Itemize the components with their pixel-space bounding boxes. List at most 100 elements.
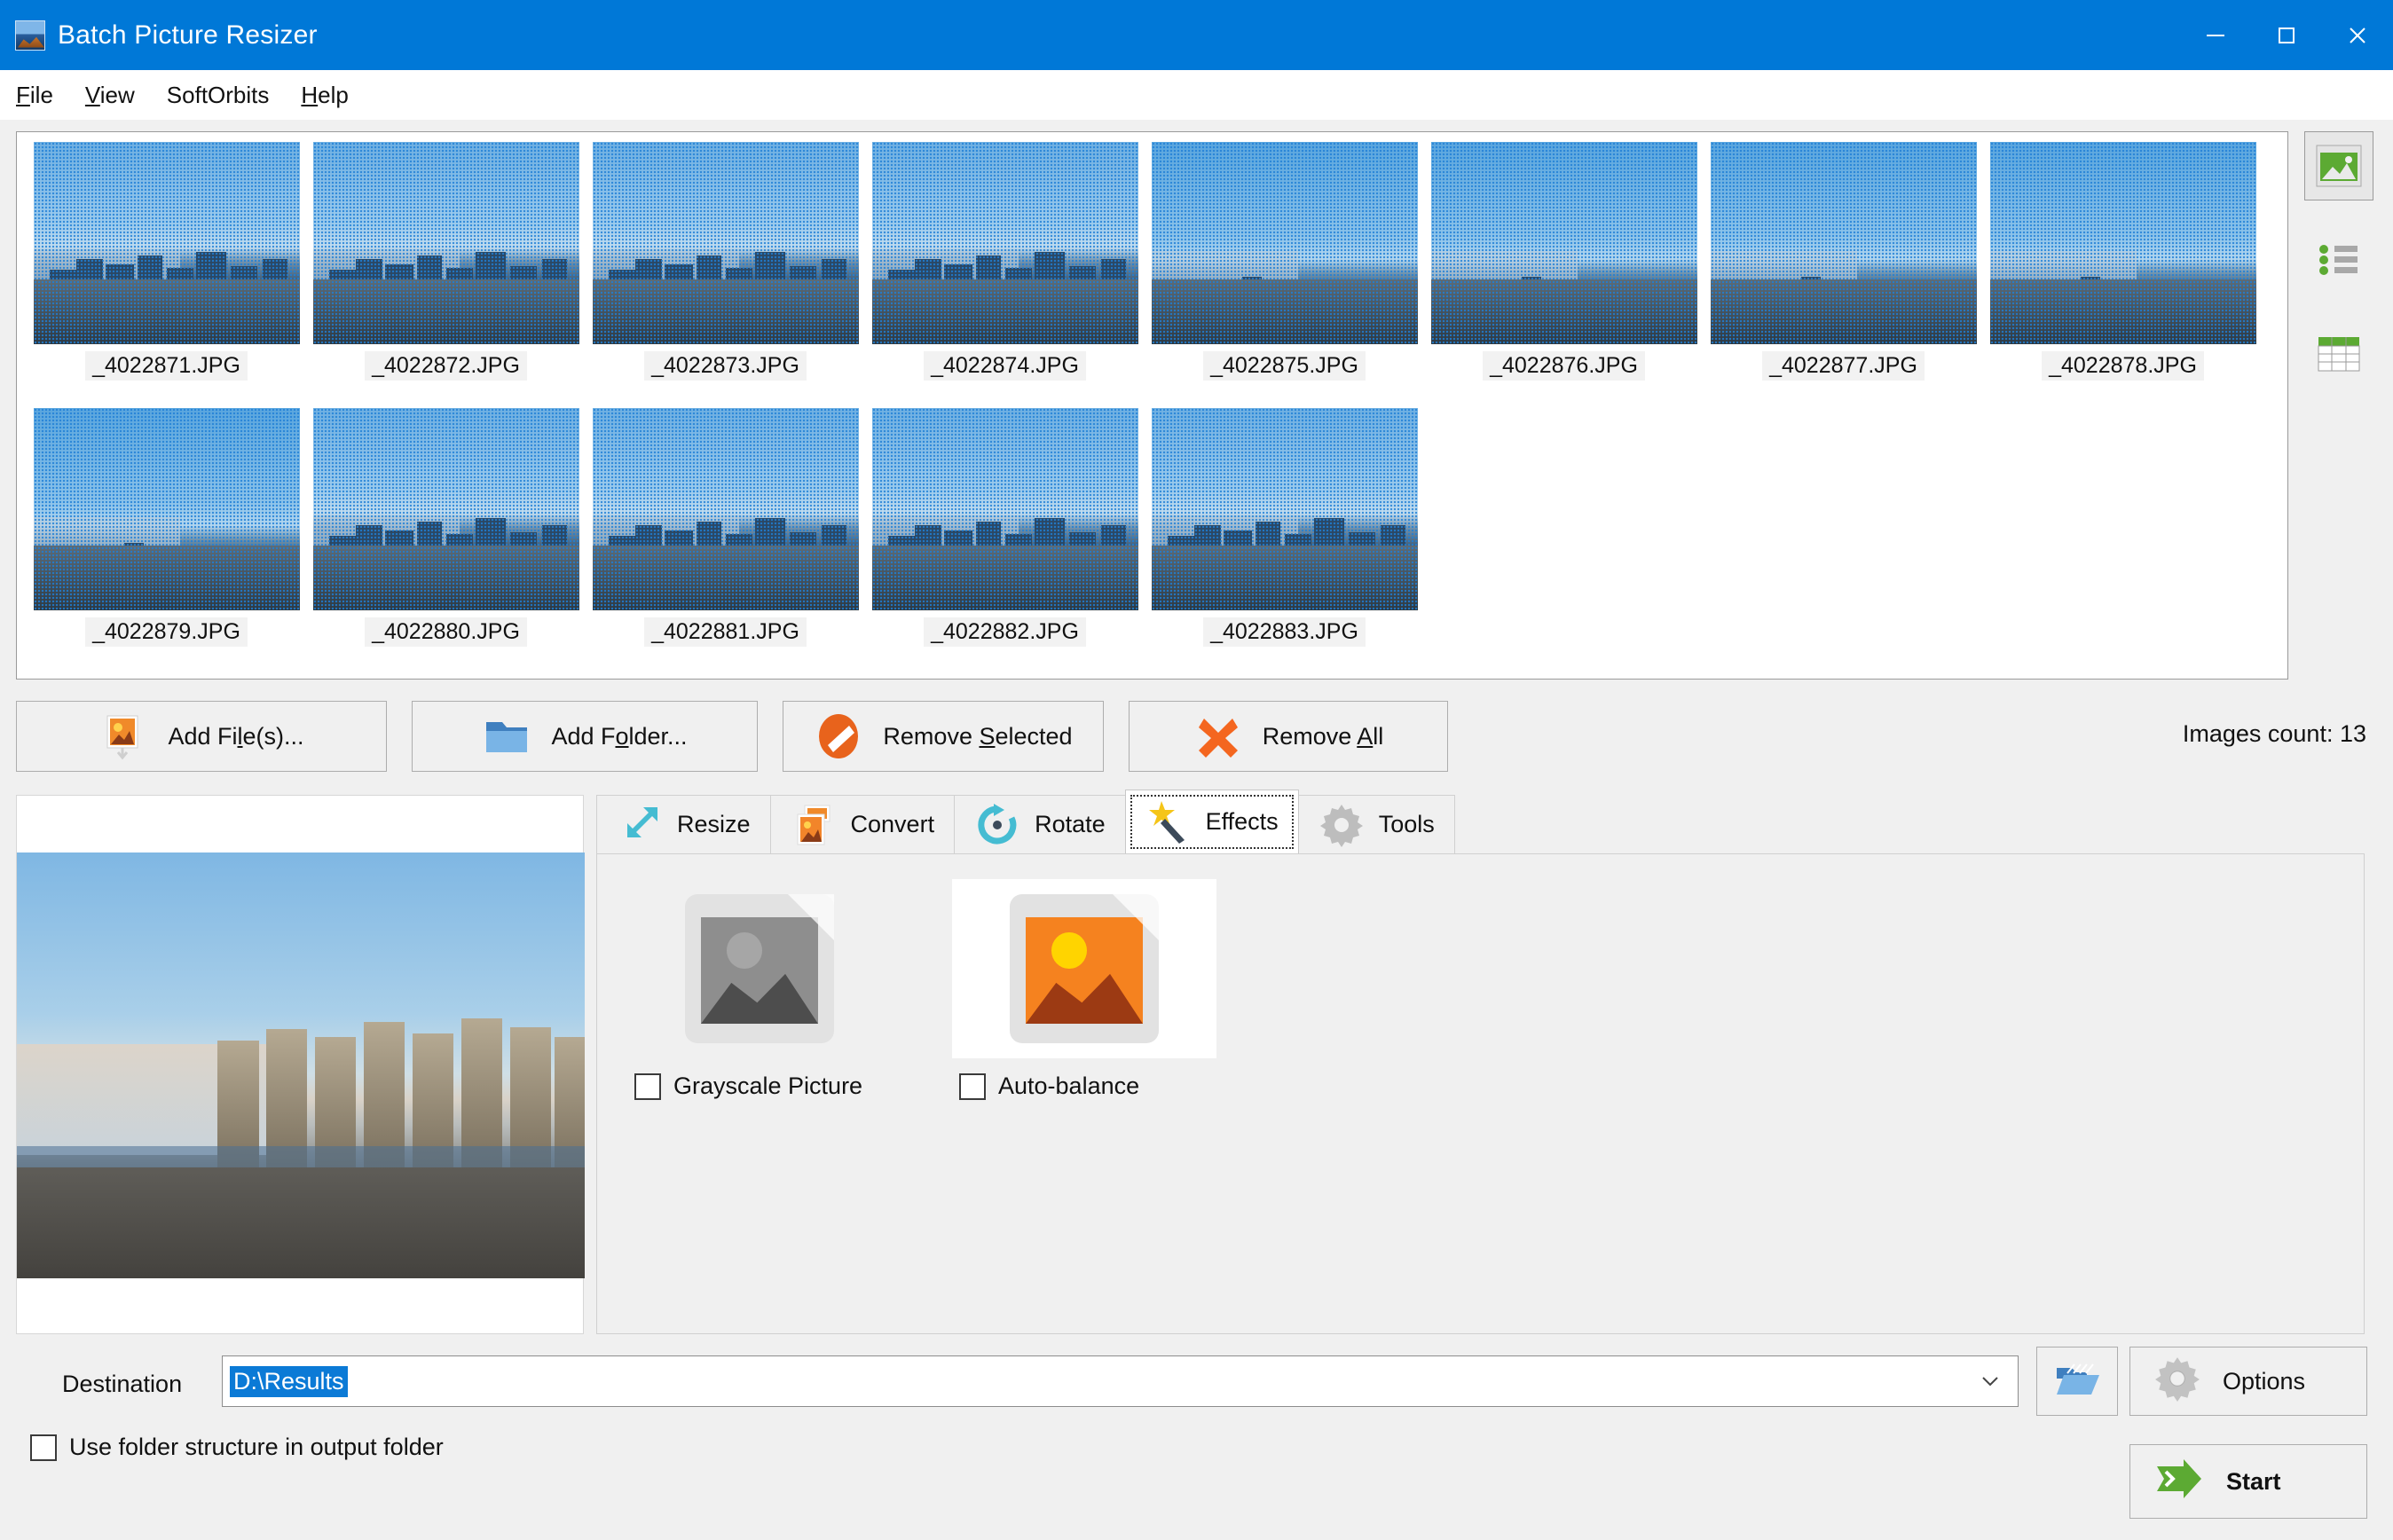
thumbnail-image[interactable]: [1989, 142, 2256, 344]
add-image-icon: [98, 711, 148, 761]
thumbnail-item[interactable]: _4022875.JPG: [1145, 142, 1424, 408]
browse-folder-button[interactable]: [2036, 1347, 2118, 1416]
remove-all-button[interactable]: Remove All: [1129, 701, 1448, 772]
thumbnail-water: [592, 251, 739, 280]
tab-rotate-label: Rotate: [1035, 811, 1106, 837]
thumbnail-ground: [1710, 279, 1977, 344]
thumbnail-item[interactable]: _4022874.JPG: [865, 142, 1145, 408]
thumbnail-item[interactable]: _4022878.JPG: [1983, 142, 2263, 408]
thumbnail-water: [1151, 517, 1298, 546]
grayscale-label: Grayscale Picture: [673, 1072, 863, 1099]
thumbnail-water: [592, 517, 739, 546]
thumbnail-item[interactable]: _4022877.JPG: [1704, 142, 1983, 408]
thumbnail-image[interactable]: [871, 142, 1138, 344]
add-folder-button[interactable]: Add Folder...: [412, 701, 758, 772]
thumbnail-item[interactable]: _4022880.JPG: [306, 408, 586, 674]
destination-combobox[interactable]: D:\Results: [222, 1355, 2019, 1407]
menu-bar: File View SoftOrbits Help: [0, 70, 2393, 120]
thumbnail-image[interactable]: [312, 408, 579, 610]
options-button[interactable]: Options: [2129, 1347, 2367, 1416]
destination-value[interactable]: D:\Results: [230, 1365, 348, 1397]
tab-rotate[interactable]: Rotate: [954, 795, 1126, 853]
tab-resize[interactable]: Resize: [596, 795, 771, 853]
thumbnail-item[interactable]: _4022881.JPG: [586, 408, 865, 674]
open-folder-icon: [2053, 1355, 2101, 1408]
preview-image: [17, 852, 585, 1278]
thumbnail-item[interactable]: _4022876.JPG: [1424, 142, 1704, 408]
effects-panel: Grayscale Picture Auto-balance: [596, 853, 2365, 1334]
thumbnail-grid[interactable]: _4022871.JPG _4022872.JPG _4022873.JPG _402…: [17, 132, 2287, 674]
thumbnail-filename: _4022881.JPG: [644, 617, 807, 647]
image-preview-panel: [16, 795, 585, 1334]
thumbnail-item[interactable]: _4022872.JPG: [306, 142, 586, 408]
title-bar: Batch Picture Resizer: [0, 0, 2393, 70]
thumbnail-ground: [1989, 279, 2256, 344]
tab-tools[interactable]: Tools: [1297, 795, 1455, 853]
maximize-icon[interactable]: [2251, 0, 2322, 70]
use-folder-structure-checkbox[interactable]: [30, 1434, 57, 1461]
close-icon[interactable]: [2322, 0, 2393, 70]
thumbnail-image[interactable]: [1151, 142, 1418, 344]
auto-balance-checkbox[interactable]: [959, 1072, 986, 1100]
convert-images-icon: [791, 802, 837, 848]
list-view-button[interactable]: [2304, 225, 2373, 295]
thumbnail-skyline: [1152, 233, 1418, 344]
thumbnail-image[interactable]: [592, 408, 859, 610]
tab-convert[interactable]: Convert: [769, 795, 956, 853]
grayscale-preview-card[interactable]: [627, 879, 892, 1058]
thumbnail-item[interactable]: _4022871.JPG: [27, 142, 306, 408]
effect-auto-balance[interactable]: Auto-balance: [952, 879, 1216, 1100]
auto-balance-label: Auto-balance: [998, 1072, 1140, 1099]
tab-effects[interactable]: Effects: [1124, 790, 1299, 853]
thumbnail-image[interactable]: [312, 142, 579, 344]
thumbnail-water: [871, 517, 1019, 546]
thumbnail-filename: _4022877.JPG: [1762, 351, 1925, 381]
use-folder-structure-row[interactable]: Use folder structure in output folder: [30, 1434, 444, 1461]
thumbnail-image[interactable]: [33, 408, 300, 610]
thumbnail-ground: [1151, 546, 1418, 610]
thumbnail-water: [871, 251, 1019, 280]
menu-item-view[interactable]: View: [85, 76, 154, 114]
start-button[interactable]: Start: [2129, 1444, 2367, 1519]
auto-balance-preview-card[interactable]: [952, 879, 1216, 1058]
grayscale-checkbox-row[interactable]: Grayscale Picture: [627, 1072, 892, 1100]
menu-item-help[interactable]: Help: [301, 76, 367, 114]
thumbnail-item[interactable]: _4022879.JPG: [27, 408, 306, 674]
file-list-panel[interactable]: _4022871.JPG _4022872.JPG _4022873.JPG _402…: [16, 131, 2288, 680]
add-files-button[interactable]: Add File(s)...: [16, 701, 387, 772]
details-view-button[interactable]: [2304, 319, 2373, 389]
no-entry-icon: [814, 711, 863, 761]
thumbnail-ground: [312, 279, 579, 344]
thumbnail-item[interactable]: _4022883.JPG: [1145, 408, 1424, 674]
thumbnail-image[interactable]: [33, 142, 300, 344]
thumbnail-skyline: [1990, 233, 2256, 344]
menu-item-softorbits[interactable]: SoftOrbits: [167, 76, 289, 114]
thumbnail-image[interactable]: [871, 408, 1138, 610]
thumbnail-water: [33, 517, 180, 546]
thumbnail-ground: [33, 546, 300, 610]
thumbnail-image[interactable]: [592, 142, 859, 344]
thumbnail-item[interactable]: _4022882.JPG: [865, 408, 1145, 674]
x-mark-icon: [1193, 711, 1243, 761]
thumbnail-filename: _4022880.JPG: [365, 617, 527, 647]
view-mode-rail: [2304, 131, 2381, 413]
thumbnail-view-button[interactable]: [2304, 131, 2373, 200]
auto-balance-checkbox-row[interactable]: Auto-balance: [952, 1072, 1216, 1100]
add-files-label: Add File(s)...: [168, 722, 304, 750]
thumbnail-image[interactable]: [1430, 142, 1697, 344]
effect-grayscale[interactable]: Grayscale Picture: [627, 879, 892, 1100]
menu-item-file[interactable]: File: [16, 76, 73, 114]
thumbnail-skyline: [1431, 233, 1697, 344]
thumbnail-image[interactable]: [1151, 408, 1418, 610]
thumbnail-skyline: [313, 233, 579, 344]
thumbnail-filename: _4022871.JPG: [85, 351, 248, 381]
minimize-icon[interactable]: [2180, 0, 2251, 70]
chevron-down-icon[interactable]: [1979, 1356, 2002, 1406]
remove-selected-button[interactable]: Remove Selected: [783, 701, 1104, 772]
grayscale-checkbox[interactable]: [634, 1072, 661, 1100]
thumbnail-item[interactable]: _4022873.JPG: [586, 142, 865, 408]
thumbnail-filename: _4022876.JPG: [1483, 351, 1645, 381]
app-picture-icon: [15, 20, 45, 51]
thumbnail-skyline: [34, 499, 300, 610]
thumbnail-image[interactable]: [1710, 142, 1977, 344]
